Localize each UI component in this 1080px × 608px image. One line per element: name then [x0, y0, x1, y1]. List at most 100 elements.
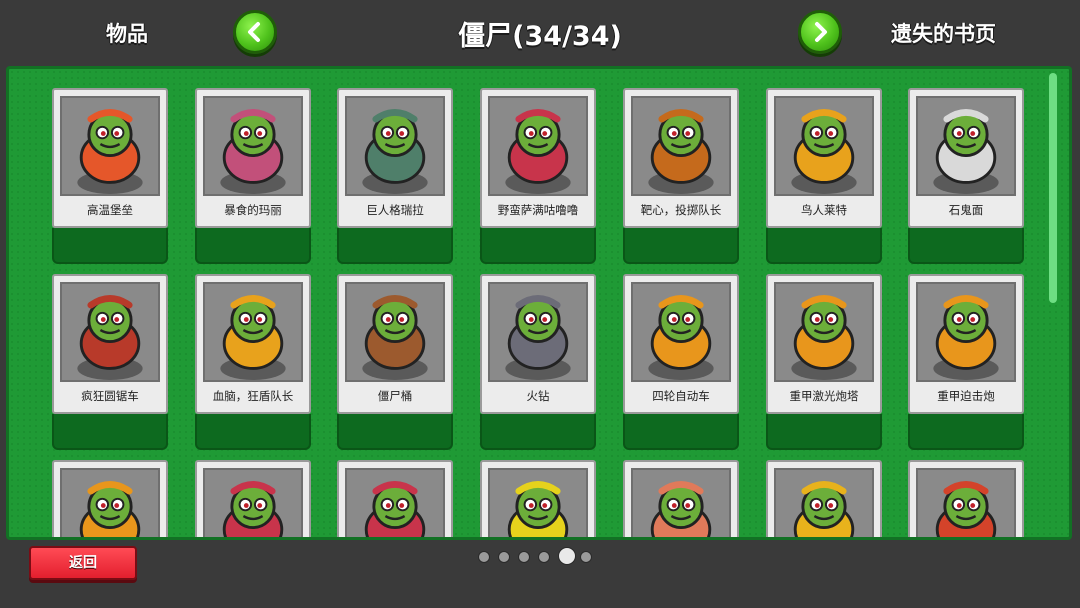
card-base: [623, 414, 739, 450]
page-dot[interactable]: [498, 551, 510, 563]
zombie-icon: [347, 470, 443, 537]
zombie-icon: [490, 470, 586, 537]
zombie-portrait: [203, 96, 303, 196]
card-base: [52, 414, 168, 450]
card-base: [52, 228, 168, 264]
zombie-card[interactable]: 僵尸桶: [337, 274, 453, 450]
page-dot[interactable]: [538, 551, 550, 563]
zombie-icon: [918, 284, 1014, 380]
zombie-card[interactable]: 靶心，投掷队长: [623, 88, 739, 264]
zombie-portrait: [345, 96, 445, 196]
zombie-icon: [776, 284, 872, 380]
card-base: [766, 414, 882, 450]
back-button[interactable]: 返回: [29, 546, 137, 580]
card-base: [337, 414, 453, 450]
card-base: [480, 414, 596, 450]
zombie-portrait: [631, 96, 731, 196]
page-dot[interactable]: [580, 551, 592, 563]
next-category-button[interactable]: [798, 10, 842, 54]
zombie-portrait: [916, 96, 1016, 196]
zombie-card[interactable]: [52, 460, 168, 537]
zombie-portrait: [60, 96, 160, 196]
page-dot-active[interactable]: [558, 547, 576, 565]
zombie-icon: [205, 470, 301, 537]
zombie-icon: [62, 284, 158, 380]
zombie-portrait: [774, 468, 874, 537]
card-face: 重甲迫击炮: [908, 274, 1024, 414]
zombie-portrait: [60, 468, 160, 537]
card-face: 靶心，投掷队长: [623, 88, 739, 228]
card-name: 巨人格瑞拉: [366, 203, 424, 217]
card-base: [195, 228, 311, 264]
card-face: 鸟人莱特: [766, 88, 882, 228]
zombie-card[interactable]: 巨人格瑞拉: [337, 88, 453, 264]
card-name: 靶心，投掷队长: [640, 203, 722, 217]
card-face: [623, 460, 739, 537]
zombie-icon: [205, 284, 301, 380]
card-face: 四轮自动车: [623, 274, 739, 414]
zombie-icon: [347, 98, 443, 194]
zombie-card[interactable]: [623, 460, 739, 537]
zombie-card[interactable]: 鸟人莱特: [766, 88, 882, 264]
zombie-card[interactable]: 石鬼面: [908, 88, 1024, 264]
card-name: 僵尸桶: [377, 389, 413, 403]
card-face: 暴食的玛丽: [195, 88, 311, 228]
zombie-card[interactable]: 血脑，狂盾队长: [195, 274, 311, 450]
scrollbar-thumb[interactable]: [1049, 73, 1057, 303]
zombie-portrait: [774, 96, 874, 196]
zombie-card[interactable]: 重甲迫击炮: [908, 274, 1024, 450]
card-name: 野蛮萨满咕噜噜: [497, 203, 579, 217]
card-base: [195, 414, 311, 450]
zombie-icon: [633, 284, 729, 380]
zombie-card[interactable]: [766, 460, 882, 537]
zombie-card[interactable]: 重甲激光炮塔: [766, 274, 882, 450]
header-bar: 物品 僵尸(34/34) 遗失的书页: [0, 0, 1080, 66]
zombie-card[interactable]: 野蛮萨满咕噜噜: [480, 88, 596, 264]
card-face: [480, 460, 596, 537]
card-face: 血脑，狂盾队长: [195, 274, 311, 414]
zombie-card[interactable]: 暴食的玛丽: [195, 88, 311, 264]
chevron-right-icon: [815, 22, 827, 42]
page-dot[interactable]: [478, 551, 490, 563]
zombie-portrait: [203, 282, 303, 382]
card-face: [766, 460, 882, 537]
zombie-icon: [918, 470, 1014, 537]
card-face: 僵尸桶: [337, 274, 453, 414]
card-face: [52, 460, 168, 537]
card-face: [195, 460, 311, 537]
zombie-card[interactable]: [195, 460, 311, 537]
zombie-card[interactable]: [337, 460, 453, 537]
zombie-portrait: [631, 468, 731, 537]
zombie-card[interactable]: [908, 460, 1024, 537]
card-name: 重甲激光炮塔: [789, 389, 859, 403]
card-face: 石鬼面: [908, 88, 1024, 228]
zombie-card[interactable]: 高温堡垒: [52, 88, 168, 264]
card-base: [908, 228, 1024, 264]
zombie-icon: [205, 98, 301, 194]
card-name: 暴食的玛丽: [224, 203, 282, 217]
zombie-card[interactable]: 四轮自动车: [623, 274, 739, 450]
zombie-card[interactable]: [480, 460, 596, 537]
card-name: 重甲迫击炮: [937, 389, 995, 403]
card-name: 疯狂圆锯车: [81, 389, 139, 403]
card-name: 石鬼面: [948, 203, 984, 217]
zombie-card[interactable]: 疯狂圆锯车: [52, 274, 168, 450]
zombie-icon: [918, 98, 1014, 194]
card-name: 高温堡垒: [87, 203, 133, 217]
zombie-portrait: [203, 468, 303, 537]
card-face: 重甲激光炮塔: [766, 274, 882, 414]
card-face: [337, 460, 453, 537]
page-dot[interactable]: [518, 551, 530, 563]
card-base: [623, 228, 739, 264]
zombie-card[interactable]: 火钻: [480, 274, 596, 450]
card-face: [908, 460, 1024, 537]
card-face: 巨人格瑞拉: [337, 88, 453, 228]
zombie-portrait: [774, 282, 874, 382]
zombie-portrait: [916, 468, 1016, 537]
lost-pages-tab-label[interactable]: 遗失的书页: [891, 18, 996, 48]
card-base: [908, 414, 1024, 450]
zombie-icon: [490, 284, 586, 380]
zombie-portrait: [488, 282, 588, 382]
zombie-portrait: [631, 282, 731, 382]
card-face: 火钻: [480, 274, 596, 414]
